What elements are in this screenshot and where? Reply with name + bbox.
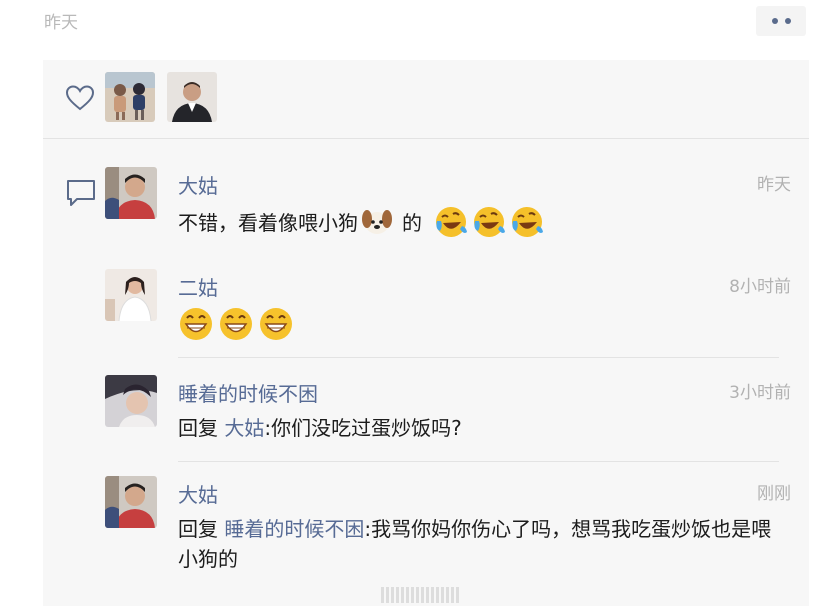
reply-label: 回复 xyxy=(178,416,218,440)
reply-label: 回复 xyxy=(178,517,218,541)
post-time: 昨天 xyxy=(44,13,78,33)
comment-text: 回复 睡着的时候不困:我骂你妈你伤心了吗，想骂我吃蛋炒饭也是喂小狗的 xyxy=(178,514,778,574)
comment-time: 刚刚 xyxy=(757,484,791,504)
likes-divider xyxy=(43,138,809,139)
comment-author[interactable]: 大姑 xyxy=(178,170,218,199)
dog-emoji xyxy=(360,205,394,239)
avatar[interactable] xyxy=(105,375,157,427)
interaction-panel: 大姑 昨天 不错，看着像喂小狗 的 二姑 8小时前 睡着的时候不困 3小时前 回… xyxy=(43,60,809,606)
avatar-liker-2[interactable] xyxy=(167,72,217,122)
comment-author[interactable]: 睡着的时候不困 xyxy=(178,378,318,407)
comment-text-part: 不错，看着像喂小狗 xyxy=(178,211,358,235)
comment-author[interactable]: 二姑 xyxy=(178,272,218,301)
avatar-liker-1[interactable] xyxy=(105,72,155,122)
comment-time: 昨天 xyxy=(757,175,791,195)
laugh-cry-emoji xyxy=(510,205,544,239)
comment-text: 回复 大姑:你们没吃过蛋炒饭吗? xyxy=(178,413,778,443)
comment-text-part: 的 xyxy=(402,211,422,235)
avatar[interactable] xyxy=(105,269,157,321)
more-dots-icon xyxy=(771,18,778,24)
avatar[interactable] xyxy=(105,167,157,219)
comment-icon xyxy=(67,180,95,206)
more-dots-icon xyxy=(784,18,791,24)
avatar[interactable] xyxy=(105,476,157,528)
more-options-button[interactable] xyxy=(756,6,806,36)
comment-text xyxy=(178,305,778,341)
grin-emoji xyxy=(178,305,214,341)
likes-row xyxy=(43,60,809,138)
laugh-cry-emoji xyxy=(472,205,506,239)
comment-divider xyxy=(178,357,779,358)
reply-target-name[interactable]: 睡着的时候不困 xyxy=(224,517,364,541)
heart-icon xyxy=(65,85,95,111)
grin-emoji xyxy=(218,305,254,341)
reply-target-name[interactable]: 大姑 xyxy=(224,416,264,440)
comment-divider xyxy=(178,461,779,462)
watermark xyxy=(330,583,510,607)
laugh-cry-emoji xyxy=(434,205,468,239)
comment-author[interactable]: 大姑 xyxy=(178,479,218,508)
comment-text: 不错，看着像喂小狗 的 xyxy=(178,205,778,239)
comment-body: :你们没吃过蛋炒饭吗? xyxy=(264,416,462,440)
grin-emoji xyxy=(258,305,294,341)
comment-time: 8小时前 xyxy=(729,277,791,297)
comment-time: 3小时前 xyxy=(729,383,791,403)
